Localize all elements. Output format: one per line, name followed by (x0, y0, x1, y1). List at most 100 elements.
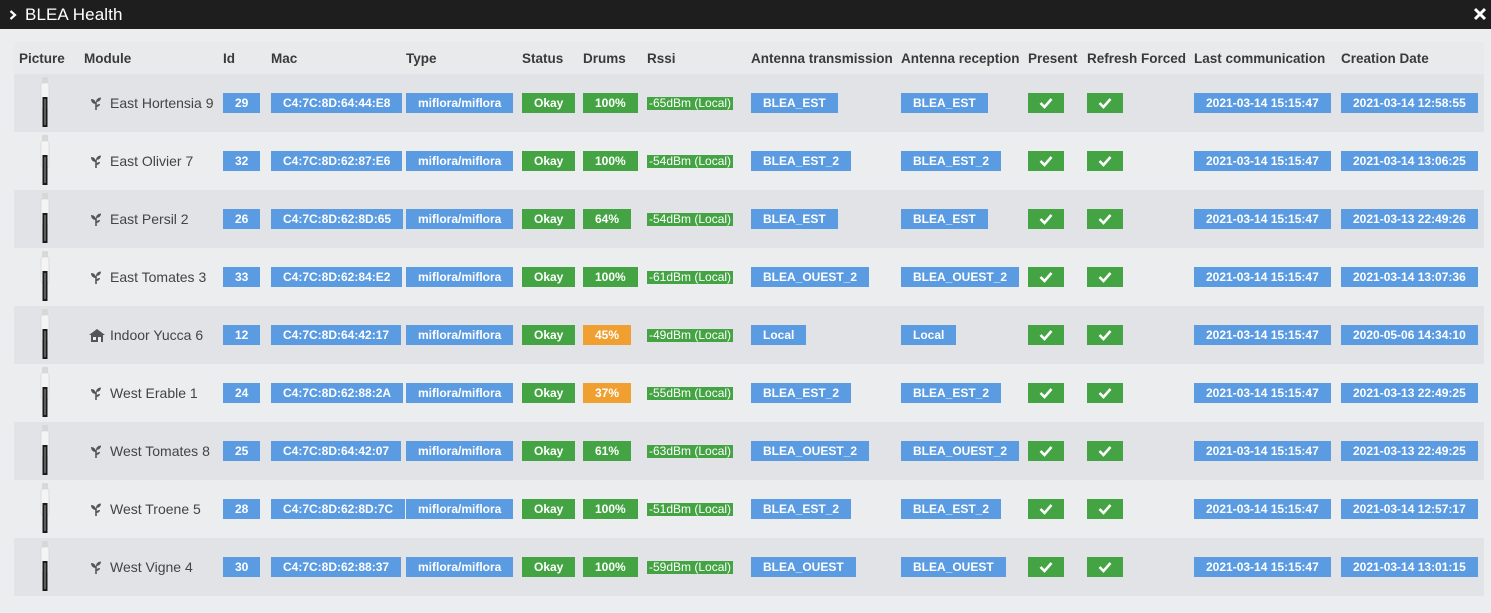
column-header[interactable]: Id (218, 42, 266, 74)
cell-mac: C4:7C:8D:62:8D:7C (266, 480, 406, 538)
column-header[interactable]: Status (517, 42, 578, 74)
table-row[interactable]: Indoor Yucca 6 12 C4:7C:8D:64:42:17 miflora… (14, 306, 1484, 364)
id-badge: 29 (223, 93, 261, 113)
column-header[interactable]: Module (79, 42, 218, 74)
antenna-transmission-badge: BLEA_EST_2 (751, 151, 852, 171)
column-header[interactable]: Antenna transmission (746, 42, 896, 74)
chevron-right-icon[interactable] (8, 9, 18, 20)
column-header[interactable]: Antenna reception (896, 42, 1023, 74)
rssi-badge: -61dBm (Local) (647, 270, 734, 285)
plant-icon (88, 212, 104, 226)
cell-module[interactable]: Indoor Yucca 6 (79, 306, 218, 364)
cell-last-communication: 2021-03-14 15:15:47 (1189, 538, 1336, 596)
module-link[interactable]: West Vigne 4 (84, 559, 218, 575)
table-row[interactable]: East Olivier 7 32 C4:7C:8D:62:87:E6 miflora… (14, 132, 1484, 190)
cell-type: miflora/miflora (401, 190, 517, 248)
module-link[interactable]: East Tomates 3 (84, 269, 218, 285)
table-row[interactable]: West Vigne 4 30 C4:7C:8D:62:88:37 miflora/m… (14, 538, 1484, 596)
cell-picture (14, 190, 79, 248)
rssi-badge: -54dBm (Local) (647, 154, 734, 169)
antenna-reception-badge: BLEA_EST (901, 209, 988, 229)
cell-rssi: -59dBm (Local) (642, 538, 746, 596)
module-link[interactable]: Indoor Yucca 6 (84, 327, 218, 343)
cell-antenna-transmission: BLEA_EST (746, 190, 896, 248)
module-link[interactable]: West Tomates 8 (84, 443, 218, 459)
sensor-picture (19, 425, 79, 477)
creation-date-badge: 2021-03-14 13:06:25 (1341, 151, 1478, 171)
cell-antenna-reception: BLEA_OUEST (896, 538, 1023, 596)
last-communication-badge: 2021-03-14 15:15:47 (1194, 441, 1331, 461)
cell-rssi: -55dBm (Local) (642, 364, 746, 422)
close-icon[interactable] (1472, 6, 1488, 22)
cell-module[interactable]: East Olivier 7 (79, 132, 218, 190)
refresh-forced-check-icon (1087, 325, 1123, 345)
cell-drums: 37% (578, 364, 642, 422)
present-check-icon (1028, 325, 1064, 345)
cell-module[interactable]: West Erable 1 (79, 364, 218, 422)
column-header[interactable]: Mac (266, 42, 401, 74)
status-badge: Okay (522, 557, 576, 577)
last-communication-badge: 2021-03-14 15:15:47 (1194, 209, 1331, 229)
cell-mac: C4:7C:8D:62:88:2A (266, 364, 404, 422)
column-header[interactable]: Type (401, 42, 517, 74)
cell-module[interactable]: East Persil 2 (79, 190, 218, 248)
antenna-reception-badge: BLEA_OUEST_2 (901, 441, 1020, 461)
cell-antenna-transmission: BLEA_EST (746, 74, 896, 132)
cell-mac: C4:7C:8D:64:44:E8 (266, 74, 403, 132)
antenna-transmission-badge: Local (751, 325, 807, 345)
status-badge: Okay (522, 267, 576, 287)
column-header[interactable]: Rssi (642, 42, 746, 74)
module-link[interactable]: West Troene 5 (84, 501, 218, 517)
cell-drums: 100% (578, 480, 642, 538)
column-header[interactable]: Creation Date (1336, 42, 1484, 74)
drums-badge: 61% (583, 441, 632, 461)
cell-module[interactable]: West Vigne 4 (79, 538, 218, 596)
mac-badge: C4:7C:8D:62:88:2A (271, 383, 404, 403)
table-row[interactable]: East Tomates 3 33 C4:7C:8D:62:84:E2 miflora… (14, 248, 1484, 306)
cell-type: miflora/miflora (401, 364, 517, 422)
drums-badge: 100% (583, 267, 638, 287)
last-communication-badge: 2021-03-14 15:15:47 (1194, 93, 1331, 113)
cell-type: miflora/miflora (401, 480, 517, 538)
drums-badge: 100% (583, 557, 638, 577)
cell-status: Okay (517, 74, 578, 132)
module-name: West Vigne 4 (110, 559, 193, 575)
column-header[interactable]: Present (1023, 42, 1082, 74)
sensor-picture (19, 135, 79, 187)
cell-id: 30 (218, 538, 266, 596)
cell-picture (14, 422, 79, 480)
cell-module[interactable]: West Tomates 8 (79, 422, 218, 480)
last-communication-badge: 2021-03-14 15:15:47 (1194, 383, 1331, 403)
cell-module[interactable]: East Hortensia 9 (79, 74, 218, 132)
table-row[interactable]: West Troene 5 28 C4:7C:8D:62:8D:7C miflora/… (14, 480, 1484, 538)
table-row[interactable]: West Erable 1 24 C4:7C:8D:62:88:2A miflora/… (14, 364, 1484, 422)
module-link[interactable]: East Persil 2 (84, 211, 218, 227)
column-header[interactable]: Last communication (1189, 42, 1336, 74)
column-header[interactable]: Drums (578, 42, 642, 74)
health-table-panel: Picture Module Id Mac Type Status Drums Rssi Ant… (14, 42, 1484, 596)
last-communication-badge: 2021-03-14 15:15:47 (1194, 499, 1331, 519)
mac-badge: C4:7C:8D:62:88:37 (271, 557, 402, 577)
creation-date-badge: 2021-03-14 13:07:36 (1341, 267, 1478, 287)
table-row[interactable]: East Persil 2 26 C4:7C:8D:62:8D:65 miflora/… (14, 190, 1484, 248)
cell-antenna-reception: BLEA_OUEST_2 (896, 248, 1023, 306)
rssi-badge: -59dBm (Local) (647, 560, 734, 575)
creation-date-badge: 2021-03-13 22:49:25 (1341, 441, 1478, 461)
cell-module[interactable]: West Troene 5 (79, 480, 218, 538)
module-link[interactable]: East Olivier 7 (84, 153, 218, 169)
cell-antenna-reception: BLEA_EST (896, 74, 1023, 132)
module-link[interactable]: East Hortensia 9 (84, 95, 218, 111)
cell-mac: C4:7C:8D:62:84:E2 (266, 248, 403, 306)
column-header[interactable]: Refresh Forced (1082, 42, 1189, 74)
status-badge: Okay (522, 499, 576, 519)
cell-id: 29 (218, 74, 266, 132)
column-header[interactable]: Picture (14, 42, 79, 74)
cell-antenna-transmission: BLEA_EST_2 (746, 364, 896, 422)
cell-drums: 61% (578, 422, 642, 480)
house-icon (88, 328, 105, 342)
module-link[interactable]: West Erable 1 (84, 385, 218, 401)
table-row[interactable]: West Tomates 8 25 C4:7C:8D:64:42:07 miflora… (14, 422, 1484, 480)
cell-module[interactable]: East Tomates 3 (79, 248, 218, 306)
table-row[interactable]: East Hortensia 9 29 C4:7C:8D:64:44:E8 miflo… (14, 74, 1484, 132)
cell-last-communication: 2021-03-14 15:15:47 (1189, 480, 1336, 538)
